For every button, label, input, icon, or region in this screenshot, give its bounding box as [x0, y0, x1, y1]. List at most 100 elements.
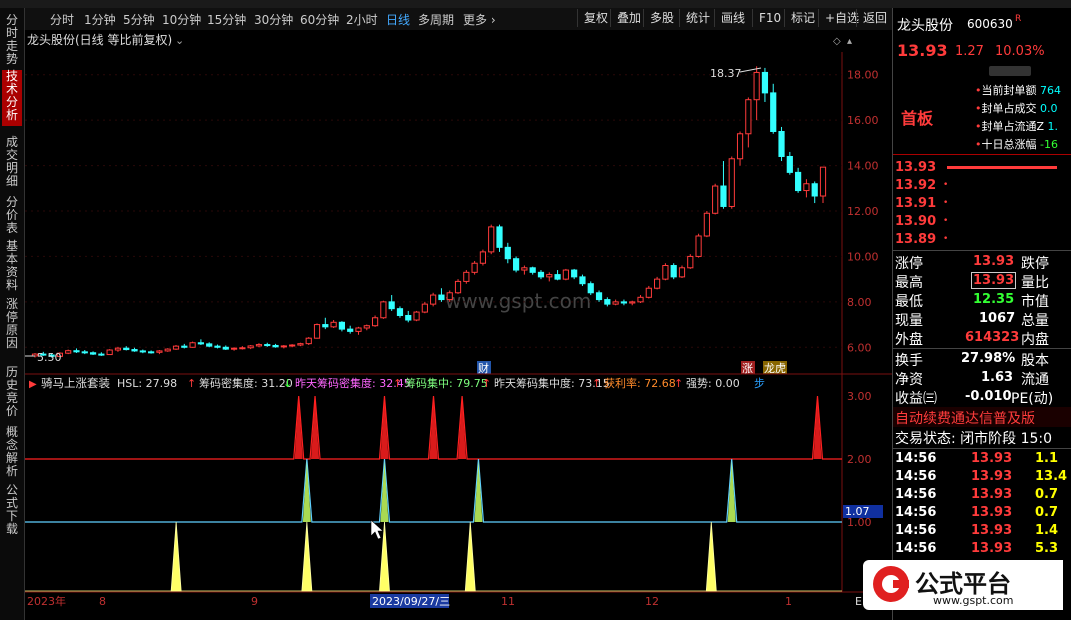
candle-body: [604, 299, 611, 305]
chart-area[interactable]: www.gspt.com 龙头股份(日线 等比前复权) ⌄ ◇ ▴ 18.001…: [25, 30, 892, 610]
draw-line-button[interactable]: 画线: [714, 9, 751, 27]
indicator-values: HSL: 27.98 ↑ 筹码密集度: 31.20↓ 昨天筹码密集度: 32.45↑ 筹…: [117, 376, 765, 390]
candle-body: [587, 283, 594, 294]
f10-button[interactable]: F10: [752, 9, 787, 27]
stock-name: 龙头股份: [897, 18, 953, 34]
order-price: 13.91: [895, 196, 937, 211]
promo-text[interactable]: 自动续费通达信普及版: [895, 408, 1035, 428]
left-tabs: 分时走势 技术分析 成交明细 分价表 基本资料 涨停原因 历史竞价 概念解析 公…: [0, 8, 25, 620]
candle-body: [479, 251, 487, 264]
corner-label: E: [855, 595, 862, 608]
tab-formula-download[interactable]: 公式下载: [2, 484, 22, 536]
candle-body: [612, 301, 619, 305]
candle-body: [255, 344, 263, 347]
overlay-button[interactable]: 叠加: [610, 9, 647, 27]
period-15min[interactable]: 15分钟: [207, 11, 246, 28]
stat-label: 市值: [1021, 294, 1049, 310]
candle-body: [322, 324, 329, 328]
indicator-value: HSL: 27.98: [117, 377, 177, 390]
stat-label: 收益㈢: [895, 391, 937, 407]
candle-body: [529, 267, 536, 273]
tick-time: 14:56: [895, 451, 937, 466]
fuquan-button[interactable]: 复权: [577, 9, 614, 27]
candle-body: [471, 262, 478, 273]
period-multi[interactable]: 多周期: [418, 11, 454, 28]
candle-body: [247, 345, 254, 349]
period-daily[interactable]: 日线: [386, 11, 410, 28]
candle-body: [703, 212, 710, 237]
indicator-name[interactable]: 骑马上涨套装: [41, 376, 110, 390]
tab-fenshi[interactable]: 分时走势: [2, 14, 22, 66]
period-2h[interactable]: 2小时: [346, 11, 378, 28]
candle-body: [786, 155, 793, 173]
tab-profile[interactable]: 基本资料: [2, 240, 22, 292]
mark-button[interactable]: 标记: [784, 9, 821, 27]
tab-trades[interactable]: 成交明细: [2, 136, 22, 188]
tab-concept[interactable]: 概念解析: [2, 426, 22, 478]
candle-body: [421, 303, 428, 313]
stat-label: 总量: [1021, 313, 1049, 329]
indicator-arrow-icon: ↑: [187, 377, 196, 390]
candle-body: [106, 349, 113, 356]
candle-body: [430, 294, 437, 305]
candle-body: [454, 280, 462, 294]
candle-body: [712, 185, 719, 214]
top-menu-bar: [0, 0, 1071, 8]
indicator-value: 筹码密集度: 31.20: [199, 376, 293, 390]
diamond-icon[interactable]: ◇: [833, 36, 841, 47]
stat-label: 净资: [895, 372, 923, 388]
collapse-handle[interactable]: [989, 66, 1031, 76]
tab-price-table[interactable]: 分价表: [2, 196, 22, 235]
tick-price: 13.93: [971, 469, 1013, 484]
current-price: 13.93: [897, 41, 948, 60]
tick-price: 13.93: [971, 523, 1013, 538]
period-30min[interactable]: 30分钟: [254, 11, 293, 28]
period-fenshi[interactable]: 分时: [50, 11, 74, 28]
candle-body: [595, 292, 603, 301]
indicator-arrow-icon: ↑: [592, 377, 601, 390]
period-more[interactable]: 更多 ›: [463, 11, 496, 28]
stats-button[interactable]: 统计: [679, 9, 716, 27]
candle-body: [214, 345, 221, 348]
stat-label: 涨停: [895, 256, 923, 272]
tab-limit-reason[interactable]: 涨停原因: [2, 298, 22, 350]
indicator-value: 步: [754, 377, 765, 390]
stat-label: 外盘: [895, 332, 923, 348]
price-tick-label: 18.00: [847, 69, 879, 82]
quote-panel: 龙头股份 600630 R 13.93 1.27 10.03% 首板 •当前封单…: [863, 8, 1071, 620]
stat-label: 流通: [1021, 372, 1049, 388]
candle-body: [156, 350, 163, 353]
tick-row: 14:56 13.93 5.3: [893, 541, 1071, 559]
order-dot: •: [943, 216, 949, 226]
candle-body: [670, 265, 677, 278]
divider: [893, 448, 1071, 449]
stat-value: -0.010: [965, 389, 1012, 404]
tick-volume: 0.7: [1035, 505, 1059, 520]
logo-icon: [873, 566, 909, 602]
candle-body: [239, 347, 246, 350]
tab-technical[interactable]: 技术分析: [2, 70, 22, 126]
collapse-icon[interactable]: ▴: [847, 36, 852, 47]
chevron-down-icon[interactable]: ⌄: [175, 34, 184, 47]
candle-body: [562, 269, 569, 280]
back-button[interactable]: 返回: [856, 9, 893, 27]
candle-body: [687, 255, 694, 269]
period-60min[interactable]: 60分钟: [300, 11, 339, 28]
multi-stock-button[interactable]: 多股: [643, 9, 680, 27]
candle-body: [89, 352, 97, 355]
date-label-dec: 12: [645, 595, 659, 608]
candle-body: [131, 349, 138, 352]
period-5min[interactable]: 5分钟: [123, 11, 155, 28]
period-1min[interactable]: 1分钟: [84, 11, 116, 28]
divider: [893, 250, 1071, 251]
indicator-bullet-icon: ▶: [29, 379, 37, 390]
candle-body: [230, 347, 238, 350]
tab-auction[interactable]: 历史竞价: [2, 366, 22, 418]
tick-price: 13.93: [971, 541, 1013, 556]
candle-body: [803, 183, 810, 192]
candle-body: [546, 274, 553, 278]
period-10min[interactable]: 10分钟: [162, 11, 201, 28]
stat-label: 量比: [1021, 275, 1049, 291]
indicator-tick-label: 3.00: [847, 390, 872, 403]
price-tick-label: 12.00: [847, 205, 879, 218]
